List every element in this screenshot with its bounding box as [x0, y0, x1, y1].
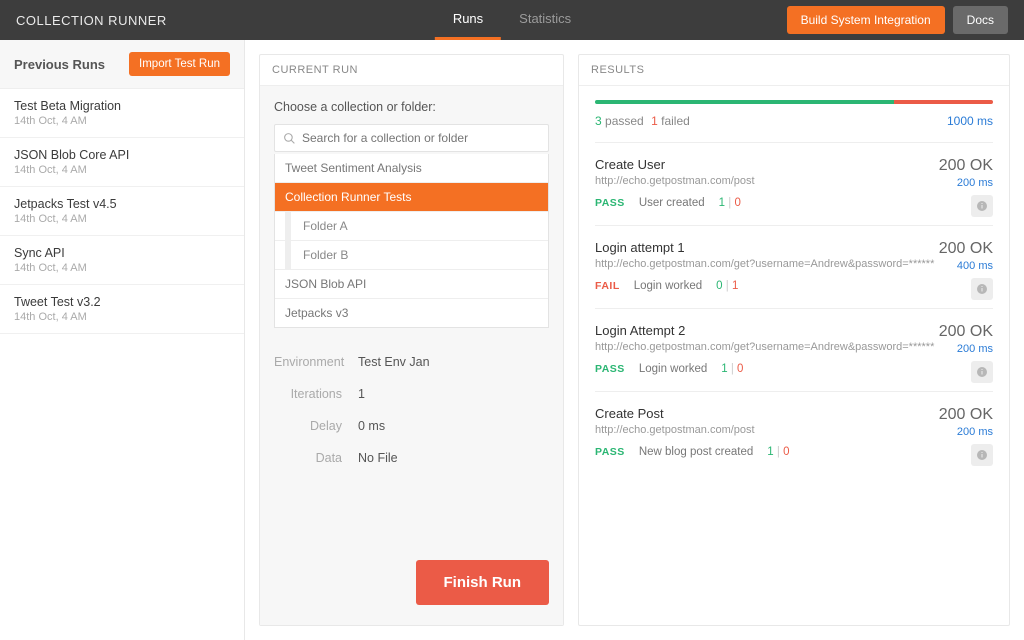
tab-statistics[interactable]: Statistics: [501, 0, 589, 40]
folder-item[interactable]: Folder A: [275, 212, 548, 241]
previous-run-item[interactable]: JSON Blob Core API 14th Oct, 4 AM: [0, 138, 244, 187]
sidebar-title: Previous Runs: [14, 57, 105, 72]
result-url: http://echo.getpostman.com/post: [595, 424, 993, 436]
delay-value[interactable]: 0 ms: [358, 419, 385, 433]
result-url: http://echo.getpostman.com/post: [595, 175, 993, 187]
run-name: Test Beta Migration: [14, 99, 230, 113]
run-name: Jetpacks Test v4.5: [14, 197, 230, 211]
run-name: Tweet Test v3.2: [14, 295, 230, 309]
run-time: 14th Oct, 4 AM: [14, 164, 230, 176]
previous-run-item[interactable]: Tweet Test v3.2 14th Oct, 4 AM: [0, 285, 244, 334]
result-status-code: 200 OK: [939, 406, 993, 424]
finish-run-button[interactable]: Finish Run: [416, 560, 550, 605]
result-name: Create User: [595, 157, 993, 172]
info-icon: [976, 449, 988, 461]
delay-label: Delay: [274, 419, 358, 433]
run-name: JSON Blob Core API: [14, 148, 230, 162]
progress-fail-segment: [894, 100, 994, 104]
result-status-code: 200 OK: [939, 157, 993, 175]
run-time: 14th Oct, 4 AM: [14, 213, 230, 225]
docs-button[interactable]: Docs: [953, 6, 1008, 34]
iterations-value[interactable]: 1: [358, 387, 365, 401]
results-title: RESULTS: [579, 55, 1009, 86]
assertion-message: New blog post created: [639, 446, 753, 458]
result-time: 400 ms: [939, 260, 993, 272]
result-status-code: 200 OK: [939, 240, 993, 258]
result-url: http://echo.getpostman.com/get?username=…: [595, 341, 993, 353]
current-run-panel: CURRENT RUN Choose a collection or folde…: [259, 54, 564, 626]
results-panel: RESULTS 3 passed 1 failed 1000 ms Create…: [578, 54, 1010, 626]
result-item: Login Attempt 2 http://echo.getpostman.co…: [595, 308, 993, 391]
env-value[interactable]: Test Env Jan: [358, 355, 430, 369]
assertion-message: Login worked: [634, 280, 702, 292]
collection-item[interactable]: Collection Runner Tests: [275, 183, 548, 212]
collection-item[interactable]: JSON Blob API: [275, 270, 548, 299]
assertion-counts: 1 | 0: [719, 197, 741, 209]
result-time: 200 ms: [939, 177, 993, 189]
assertion-badge: PASS: [595, 446, 625, 458]
iterations-label: Iterations: [274, 387, 358, 401]
previous-run-item[interactable]: Sync API 14th Oct, 4 AM: [0, 236, 244, 285]
collection-list: Tweet Sentiment AnalysisCollection Runne…: [274, 154, 549, 328]
collection-item[interactable]: Jetpacks v3: [275, 299, 548, 327]
run-time: 14th Oct, 4 AM: [14, 262, 230, 274]
result-assertion: PASS New blog post created 1 | 0: [595, 446, 993, 458]
results-summary-counts: 3 passed 1 failed: [595, 114, 690, 128]
top-tabs: Runs Statistics: [435, 0, 589, 40]
result-assertion: PASS Login worked 1 | 0: [595, 363, 993, 375]
result-assertion: PASS User created 1 | 0: [595, 197, 993, 209]
result-info-button[interactable]: [971, 444, 993, 466]
assertion-badge: PASS: [595, 363, 625, 375]
collection-search-input[interactable]: [302, 131, 540, 145]
results-total-time: 1000 ms: [947, 114, 993, 128]
results-progress-bar: [595, 100, 993, 104]
sidebar: Previous Runs Import Test Run Test Beta …: [0, 40, 245, 640]
build-integration-button[interactable]: Build System Integration: [787, 6, 945, 34]
result-name: Login attempt 1: [595, 240, 993, 255]
search-icon: [283, 132, 296, 145]
result-assertion: FAIL Login worked 0 | 1: [595, 280, 993, 292]
info-icon: [976, 200, 988, 212]
previous-run-item[interactable]: Test Beta Migration 14th Oct, 4 AM: [0, 89, 244, 138]
top-bar: COLLECTION RUNNER Runs Statistics Build …: [0, 0, 1024, 40]
app-title: COLLECTION RUNNER: [16, 13, 167, 28]
assertion-counts: 0 | 1: [716, 280, 738, 292]
previous-run-item[interactable]: Jetpacks Test v4.5 14th Oct, 4 AM: [0, 187, 244, 236]
run-name: Sync API: [14, 246, 230, 260]
assertion-counts: 1 | 0: [721, 363, 743, 375]
result-info-button[interactable]: [971, 195, 993, 217]
assertion-message: Login worked: [639, 363, 707, 375]
assertion-badge: FAIL: [595, 280, 620, 292]
assertion-badge: PASS: [595, 197, 625, 209]
progress-pass-segment: [595, 100, 894, 104]
result-info-button[interactable]: [971, 361, 993, 383]
result-name: Create Post: [595, 406, 993, 421]
info-icon: [976, 283, 988, 295]
result-info-button[interactable]: [971, 278, 993, 300]
run-time: 14th Oct, 4 AM: [14, 115, 230, 127]
folder-item[interactable]: Folder B: [275, 241, 548, 270]
import-test-run-button[interactable]: Import Test Run: [129, 52, 230, 76]
result-time: 200 ms: [939, 343, 993, 355]
run-time: 14th Oct, 4 AM: [14, 311, 230, 323]
collection-search[interactable]: [274, 124, 549, 152]
result-item: Login attempt 1 http://echo.getpostman.co…: [595, 225, 993, 308]
collection-item[interactable]: Tweet Sentiment Analysis: [275, 154, 548, 183]
tab-runs[interactable]: Runs: [435, 0, 501, 40]
info-icon: [976, 366, 988, 378]
choose-collection-label: Choose a collection or folder:: [274, 100, 549, 114]
result-item: Create Post http://echo.getpostman.com/po…: [595, 391, 993, 474]
assertion-counts: 1 | 0: [767, 446, 789, 458]
result-status-code: 200 OK: [939, 323, 993, 341]
result-name: Login Attempt 2: [595, 323, 993, 338]
result-item: Create User http://echo.getpostman.com/po…: [595, 142, 993, 225]
data-value[interactable]: No File: [358, 451, 398, 465]
env-label: Environment: [274, 355, 358, 369]
result-time: 200 ms: [939, 426, 993, 438]
assertion-message: User created: [639, 197, 705, 209]
data-label: Data: [274, 451, 358, 465]
result-url: http://echo.getpostman.com/get?username=…: [595, 258, 993, 270]
current-run-title: CURRENT RUN: [260, 55, 563, 86]
